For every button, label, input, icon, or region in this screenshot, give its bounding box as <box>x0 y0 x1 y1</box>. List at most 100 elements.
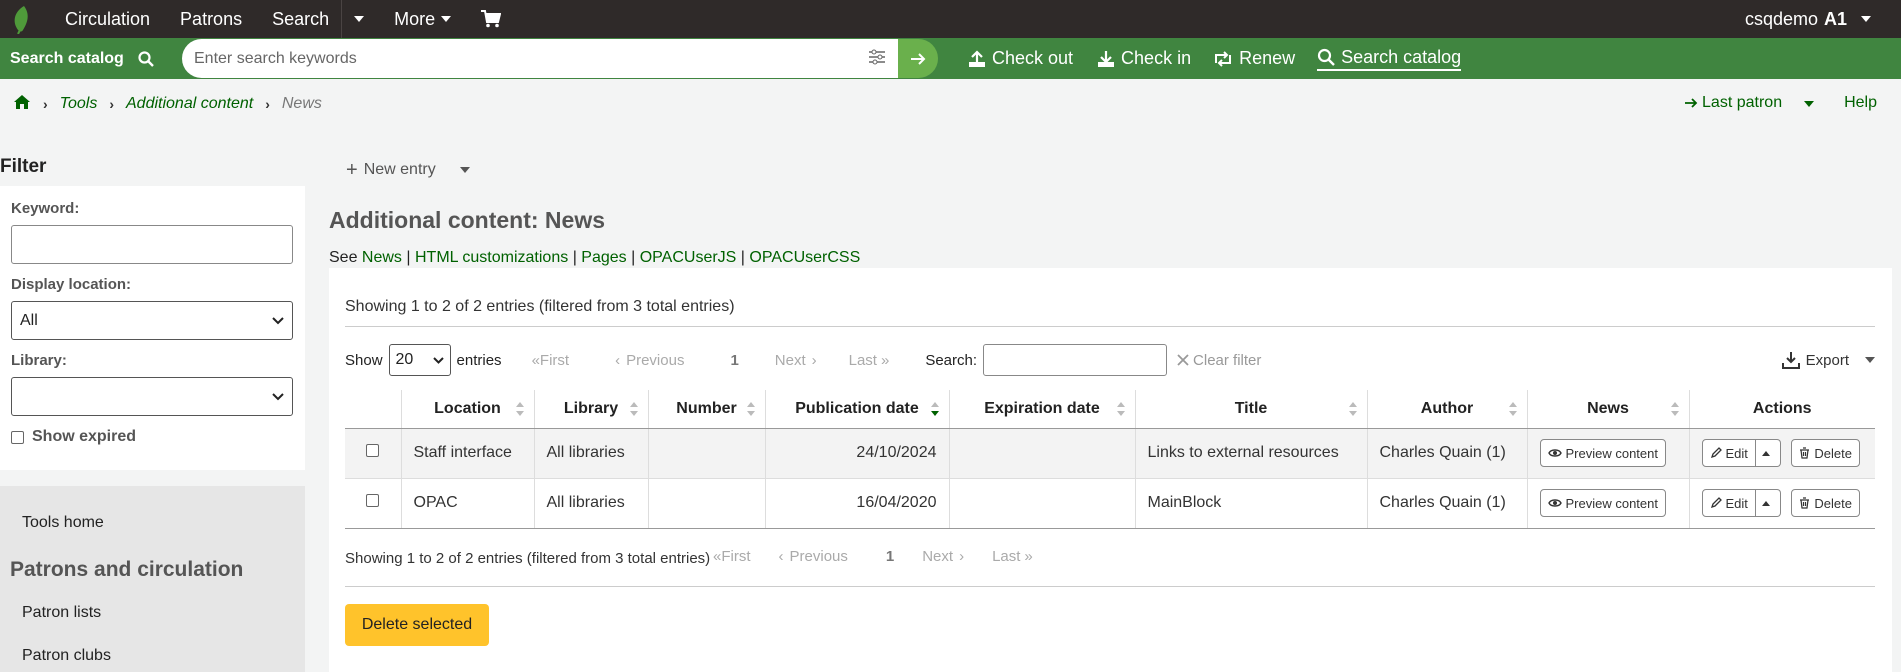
pager-last[interactable]: Last» <box>992 548 1033 565</box>
edit-button[interactable]: Edit <box>1701 489 1756 517</box>
preview-content-button[interactable]: Preview content <box>1539 439 1666 467</box>
column-label: Publication date <box>795 399 919 417</box>
last-patron-dropdown[interactable] <box>1804 94 1815 112</box>
row-checkbox[interactable] <box>366 494 380 507</box>
delete-button[interactable]: Delete <box>1791 439 1860 467</box>
renew-link[interactable]: Renew <box>1213 48 1295 69</box>
show-expired-checkbox[interactable]: Show expired <box>11 428 294 446</box>
cell-publication-date: 16/04/2020 <box>764 477 949 529</box>
tools-home-link[interactable]: Tools home <box>22 514 104 532</box>
search-options-icon[interactable] <box>868 49 886 70</box>
search-type-toggle[interactable]: Search catalog <box>10 50 170 68</box>
edit-dropdown-toggle[interactable] <box>1755 439 1781 467</box>
cell-title: MainBlock <box>1134 477 1367 529</box>
chevron-down-icon[interactable] <box>459 167 470 173</box>
nav-more[interactable]: More <box>394 9 452 30</box>
pager-first[interactable]: «First <box>532 352 570 369</box>
breadcrumb-tools[interactable]: Tools <box>60 95 98 113</box>
search-dropdown-toggle[interactable] <box>354 16 365 22</box>
see-pages-link[interactable]: Pages <box>581 249 626 266</box>
row-select-cell <box>345 427 401 478</box>
pager-current[interactable]: 1 <box>730 352 738 369</box>
cell-news: Preview content <box>1526 427 1689 478</box>
preview-content-button[interactable]: Preview content <box>1539 489 1666 517</box>
search-submit-button[interactable] <box>898 39 938 78</box>
pager-current[interactable]: 1 <box>886 548 894 565</box>
page-length-select[interactable]: 20 <box>388 344 451 376</box>
see-news-link[interactable]: News <box>362 249 402 266</box>
breadcrumb-separator: › <box>265 96 270 112</box>
edit-label: Edit <box>1725 495 1748 511</box>
entries-label: entries <box>456 351 502 369</box>
see-opacusercss-link[interactable]: OPACUserCSS <box>749 249 860 266</box>
column-title[interactable]: Title <box>1134 390 1367 429</box>
user-menu[interactable]: csqdemo A1 <box>1745 9 1871 30</box>
close-icon <box>1177 354 1189 366</box>
table-search-input[interactable] <box>983 344 1168 376</box>
cell-news: Preview content <box>1526 477 1689 529</box>
new-entry-button[interactable]: + New entry <box>346 160 470 180</box>
see-opacuserjs-link[interactable]: OPACUserJS <box>640 249 737 266</box>
cart-icon[interactable] <box>481 10 502 28</box>
patron-lists-link[interactable]: Patron lists <box>22 604 101 622</box>
library-select[interactable] <box>11 377 293 416</box>
column-number[interactable]: Number <box>647 390 765 429</box>
breadcrumb-additional-content[interactable]: Additional content <box>126 95 253 113</box>
search-input[interactable]: Enter search keywords <box>182 39 898 78</box>
check-in-link[interactable]: Check in <box>1097 48 1191 69</box>
pager-last[interactable]: Last» <box>849 352 890 369</box>
search-catalog-link[interactable]: Search catalog <box>1317 47 1462 71</box>
patron-clubs-link[interactable]: Patron clubs <box>22 647 111 665</box>
sort-icon <box>1348 402 1357 416</box>
top-right-links: Last patron Help <box>1684 94 1877 112</box>
edit-button[interactable]: Edit <box>1701 439 1756 467</box>
delete-button[interactable]: Delete <box>1791 489 1860 517</box>
row-checkbox[interactable] <box>366 444 380 457</box>
column-library[interactable]: Library <box>533 390 648 429</box>
help-link[interactable]: Help <box>1844 94 1877 112</box>
column-news[interactable]: News <box>1526 390 1689 429</box>
delete-selected-button[interactable]: Delete selected <box>345 604 489 646</box>
chevron-down-icon <box>441 16 452 22</box>
eye-icon <box>1547 499 1562 507</box>
section-heading: Patrons and circulation <box>10 558 244 581</box>
edit-dropdown-toggle[interactable] <box>1755 489 1781 517</box>
pager-first[interactable]: «First <box>713 548 751 565</box>
check-out-link[interactable]: Check out <box>968 48 1073 69</box>
column-publication-date[interactable]: Publication date <box>764 390 949 429</box>
breadcrumb: › Tools › Additional content › News <box>13 94 322 114</box>
column-label: Library <box>563 399 619 417</box>
chevron-down-icon <box>272 392 284 400</box>
display-location-label: Display location: <box>11 276 132 293</box>
sort-icon <box>1116 402 1125 416</box>
checkbox-box[interactable] <box>11 430 24 444</box>
preview-label: Preview content <box>1565 445 1659 461</box>
display-location-select[interactable]: All <box>11 301 293 340</box>
sort-icon <box>746 402 755 416</box>
pager-previous[interactable]: ‹ Previous <box>779 548 848 565</box>
see-separator: | <box>740 249 745 266</box>
see-html-customizations-link[interactable]: HTML customizations <box>415 249 568 266</box>
home-icon[interactable] <box>13 94 31 115</box>
breadcrumb-current: News <box>281 95 322 112</box>
cell-author: Charles Quain (1) <box>1366 477 1527 529</box>
username: csqdemo <box>1744 8 1818 29</box>
export-button[interactable]: Export <box>1781 351 1875 369</box>
last-patron-link[interactable]: Last patron <box>1684 94 1782 112</box>
renew-icon <box>1215 50 1232 67</box>
clear-filter-button[interactable]: Clear filter <box>1177 352 1261 369</box>
pager-next[interactable]: Next › <box>775 352 817 369</box>
nav-search[interactable]: Search <box>272 9 329 30</box>
edit-label: Edit <box>1725 445 1748 461</box>
column-author[interactable]: Author <box>1366 390 1527 429</box>
pager-next[interactable]: Next › <box>922 548 964 565</box>
column-expiration-date[interactable]: Expiration date <box>948 390 1135 429</box>
koha-logo-icon[interactable] <box>10 4 40 34</box>
pager-previous[interactable]: ‹ Previous <box>615 352 684 369</box>
column-location[interactable]: Location <box>400 390 534 429</box>
nav-circulation[interactable]: Circulation <box>65 9 150 30</box>
divider <box>345 586 1875 587</box>
keyword-input[interactable] <box>11 225 293 264</box>
tools-menu: Tools home Patrons and circulation Patro… <box>0 486 305 672</box>
nav-patrons[interactable]: Patrons <box>180 9 242 30</box>
